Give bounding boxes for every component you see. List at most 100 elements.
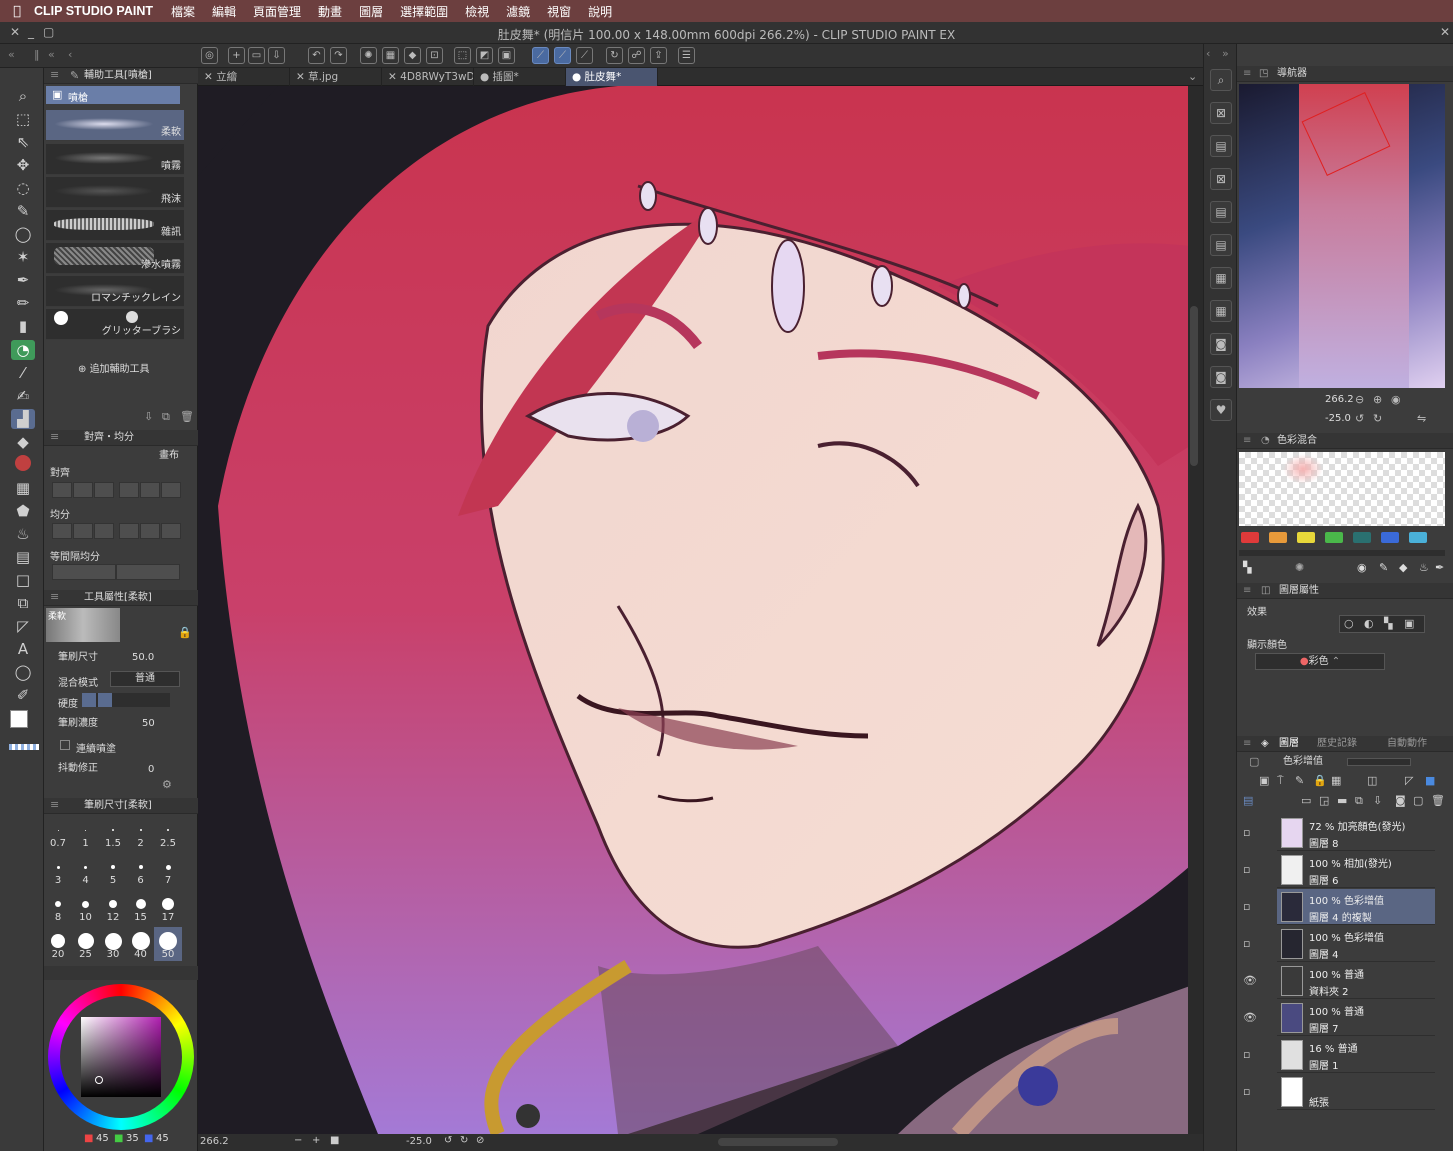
color-swatch[interactable] xyxy=(1241,532,1259,543)
move-tool-icon[interactable]: ✥ xyxy=(11,155,35,175)
effect-buttons[interactable]: ○ ◐ ▚ ▣ xyxy=(1339,615,1425,633)
chevron-left-icon[interactable]: ‹ xyxy=(1206,47,1210,60)
menu-file[interactable]: 檔案 xyxy=(171,3,195,20)
eyedropper-icon[interactable]: ✒ xyxy=(1435,561,1444,574)
snap-ruler-icon[interactable]: ⟋ xyxy=(532,47,549,64)
distribute-left-button[interactable] xyxy=(52,523,72,539)
frame-tool-icon[interactable]: ⧉ xyxy=(11,593,35,613)
apple-icon[interactable]:  xyxy=(0,4,34,19)
horizontal-scroll-thumb[interactable] xyxy=(718,1138,838,1146)
navigator-preview[interactable] xyxy=(1239,84,1445,388)
color-tool-icon[interactable] xyxy=(11,455,35,475)
continuous-spray-checkbox[interactable] xyxy=(60,740,70,750)
new-folder-icon[interactable]: ▬ xyxy=(1337,794,1347,807)
brush-tool-icon[interactable]: ▮ xyxy=(11,316,35,336)
color-swatch[interactable] xyxy=(1325,532,1343,543)
transparency-effect-icon[interactable]: ▚ xyxy=(1384,617,1392,630)
distribute-center-button[interactable] xyxy=(73,523,93,539)
transparent-color-swatch[interactable] xyxy=(9,744,39,750)
lock-icon[interactable]: 🔒 xyxy=(178,626,192,639)
lock-transparency-icon[interactable]: ▦ xyxy=(1331,774,1341,787)
material-icon[interactable]: ⊠ xyxy=(1210,168,1232,190)
deselect-icon[interactable]: ⬚ xyxy=(454,47,471,64)
brush-size-dot[interactable] xyxy=(51,934,65,948)
brush-size-label[interactable]: 1.5 xyxy=(99,838,127,849)
rotate-right-icon[interactable]: ↻ xyxy=(460,1135,468,1146)
display-color-select[interactable]: ●彩色 ⌃ xyxy=(1255,653,1385,670)
brush-size-label[interactable]: 15 xyxy=(127,912,155,923)
brush-icon[interactable]: ✎ xyxy=(1379,561,1388,574)
align-middle-button[interactable] xyxy=(140,482,160,498)
distribute-middle-button[interactable] xyxy=(140,523,160,539)
brush-size-dot[interactable] xyxy=(167,829,169,831)
brush-size-label[interactable]: 8 xyxy=(44,912,72,923)
eye-hidden-icon[interactable]: ▫ xyxy=(1243,1048,1250,1061)
material-icon[interactable]: ▤ xyxy=(1210,201,1232,223)
layer-color-effect-icon[interactable]: ▣ xyxy=(1404,617,1414,630)
brush-size-dot[interactable] xyxy=(139,829,142,831)
menu-grip-icon[interactable]: ≡ xyxy=(50,590,59,603)
tab-list-icon[interactable]: ⌄ xyxy=(1188,70,1197,83)
line-correction-tool-icon[interactable]: ✐ xyxy=(11,685,35,705)
rotate-right-icon[interactable]: ↻ xyxy=(1373,412,1382,425)
text-tool-icon[interactable]: A xyxy=(11,639,35,659)
collapse-right-icon[interactable]: » xyxy=(1222,47,1229,60)
brush-mode-icon[interactable]: ◉ xyxy=(1357,561,1367,574)
mask-icon[interactable]: ◫ xyxy=(1367,774,1377,787)
eye-hidden-icon[interactable]: ▫ xyxy=(1243,900,1250,913)
brush-size-label[interactable]: 17 xyxy=(154,912,182,923)
lock-icon[interactable]: 🔒 xyxy=(1313,774,1327,787)
clip-studio-icon[interactable]: ◎ xyxy=(201,47,218,64)
menu-filter[interactable]: 濾鏡 xyxy=(506,3,530,20)
brush-noise[interactable]: 雜訊 xyxy=(46,210,184,241)
scroll-thumb[interactable] xyxy=(1190,306,1198,466)
eye-hidden-icon[interactable]: ▫ xyxy=(1243,937,1250,950)
brush-size-label[interactable]: 0.7 xyxy=(44,838,72,849)
brush-size-dot[interactable] xyxy=(85,829,86,831)
brush-size-label[interactable]: 50 xyxy=(154,949,182,960)
canvas-vertical-scrollbar[interactable] xyxy=(1188,86,1200,1134)
drops-icon[interactable]: ♨ xyxy=(1419,561,1429,574)
brush-size-dot[interactable] xyxy=(109,900,117,908)
new-raster-layer-icon[interactable]: ▭ xyxy=(1301,794,1311,807)
close-tab-icon[interactable]: ✕ xyxy=(296,71,308,83)
navigator-rotation-value[interactable]: -25.0 xyxy=(1325,413,1351,424)
layer-row[interactable]: 16 % 普通 圖層 1 xyxy=(1277,1037,1435,1073)
brush-size-label[interactable]: 2 xyxy=(127,838,155,849)
layer-row[interactable]: 100 % 普通 圖層 7 xyxy=(1277,1000,1435,1036)
brush-size-dot[interactable] xyxy=(135,899,146,909)
undo-icon[interactable]: ↶ xyxy=(308,47,325,64)
fill-icon[interactable]: ◆ xyxy=(404,47,421,64)
brush-size-dot[interactable] xyxy=(162,898,174,910)
brush-size-label[interactable]: 6 xyxy=(127,875,155,886)
menu-page[interactable]: 頁面管理 xyxy=(253,3,301,20)
brush-size-label[interactable]: 25 xyxy=(72,949,100,960)
material-icon[interactable]: ▦ xyxy=(1210,267,1232,289)
transform-icon[interactable]: ⊡ xyxy=(426,47,443,64)
zoom-out-icon[interactable]: ⊖ xyxy=(1355,393,1364,406)
menu-selection[interactable]: 選擇範圍 xyxy=(400,3,448,20)
airbrush-tool-icon[interactable]: ◔ xyxy=(11,340,35,360)
object-tool-icon[interactable]: ⇖ xyxy=(11,132,35,152)
pencil-tool-icon[interactable]: ✏ xyxy=(11,293,35,313)
sparkle-tool-icon[interactable]: ✶ xyxy=(11,247,35,267)
settings-icon[interactable]: ☰ xyxy=(678,47,695,64)
color-mix-scrollbar[interactable] xyxy=(1239,550,1445,556)
lasso-tool-icon[interactable]: ◌ xyxy=(11,178,35,198)
tab-auto-actions[interactable]: 自動動作 xyxy=(1387,736,1427,752)
stabilization-value[interactable]: 0 xyxy=(148,764,154,775)
tab-doc-5-active[interactable]: ● 肚皮舞* xyxy=(566,68,658,86)
status-zoom-value[interactable]: 266.2 xyxy=(200,1136,229,1147)
saturation-value-square[interactable] xyxy=(81,1017,161,1097)
menu-grip-icon[interactable]: ≡ xyxy=(1243,66,1251,82)
snap-grid-icon[interactable]: ⟋ xyxy=(576,47,593,64)
reset-rotation-icon[interactable]: ⊘ xyxy=(476,1135,484,1146)
brush-size-label[interactable]: 10 xyxy=(72,912,100,923)
export-icon[interactable]: ⇪ xyxy=(650,47,667,64)
eyedropper-tool-icon[interactable]: ✎ xyxy=(11,201,35,221)
menu-grip-icon[interactable]: ≡ xyxy=(1243,433,1251,449)
brush-size-label[interactable]: 3 xyxy=(44,875,72,886)
operation-tool-icon[interactable]: ⬚ xyxy=(11,109,35,129)
blend-mode-select[interactable]: 普通 xyxy=(110,671,180,687)
tab-doc-2[interactable]: ✕ 草.jpg xyxy=(290,68,382,86)
